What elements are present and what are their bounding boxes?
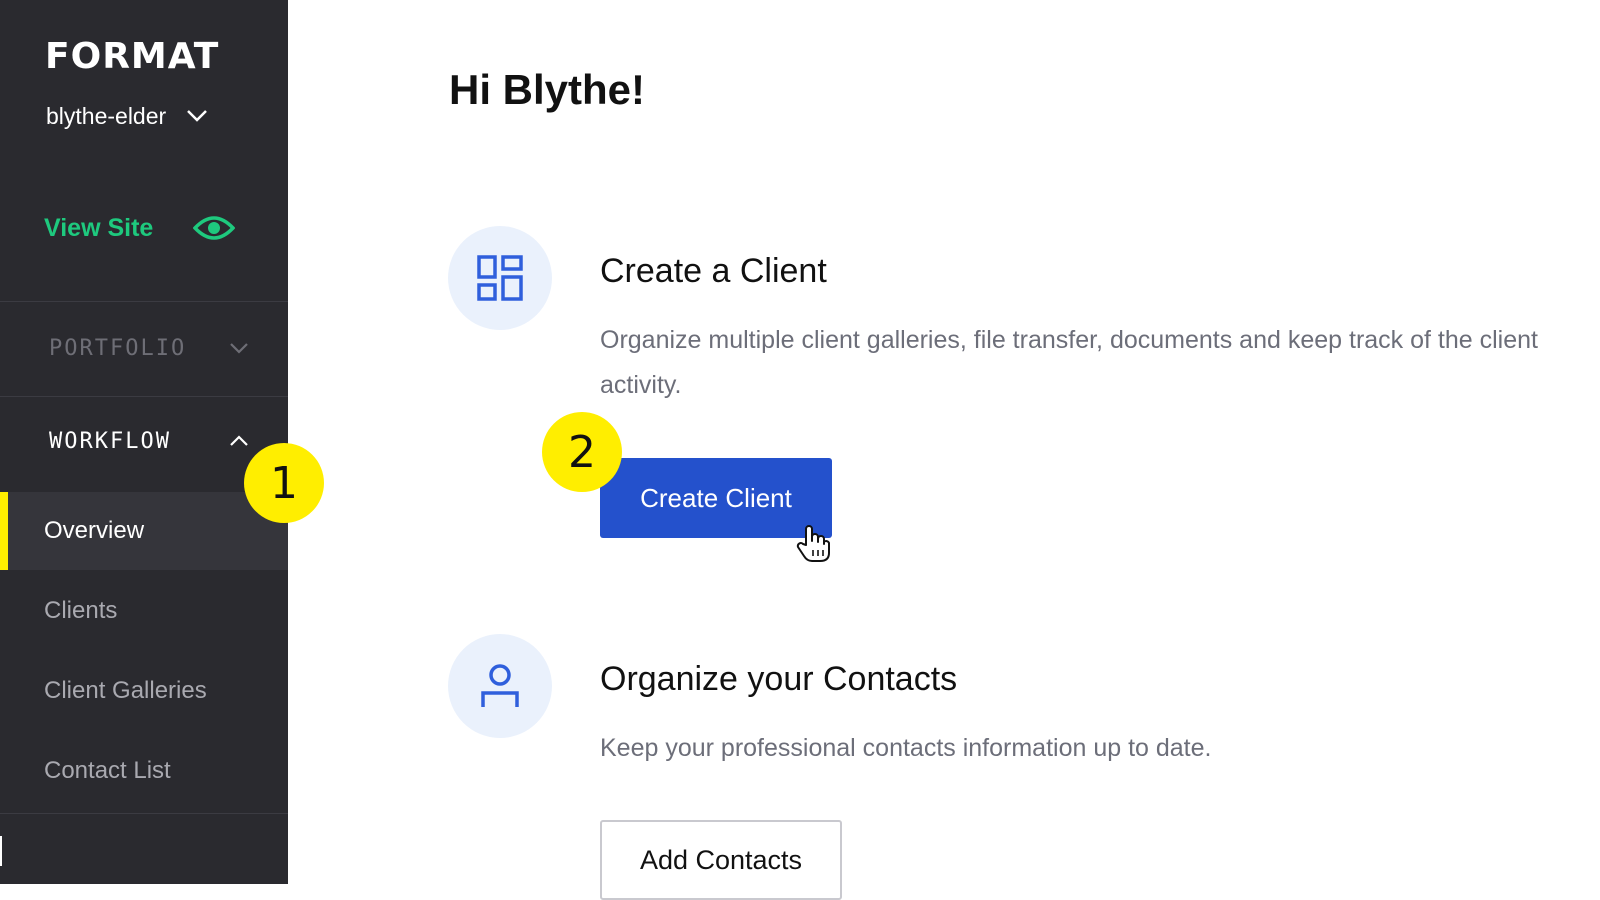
view-site-link[interactable]: View Site [44, 208, 236, 248]
sidebar-item-contact-list[interactable]: Contact List [0, 732, 288, 810]
create-client-icon-circle [448, 226, 552, 330]
sidebar-item-label: Clients [44, 597, 118, 624]
create-client-description: Organize multiple client galleries, file… [600, 326, 1538, 399]
sidebar-item-label: Overview [44, 517, 145, 544]
sidebar-divider [0, 813, 288, 814]
account-switcher[interactable]: blythe-elder [46, 100, 208, 132]
sidebar-item-overview[interactable]: Overview [0, 492, 288, 570]
user-icon [481, 664, 519, 707]
add-contacts-button[interactable]: Add Contacts [600, 820, 842, 900]
contacts-description: Keep your professional contacts informat… [600, 734, 1212, 762]
section-portfolio-label: PORTFOLIO [49, 335, 187, 361]
sidebar-divider [0, 301, 288, 302]
step-badge-1: 1 [244, 443, 324, 523]
chevron-up-icon [230, 435, 248, 446]
sidebar-item-label: Contact List [44, 757, 171, 784]
section-portfolio[interactable]: PORTFOLIO [49, 328, 249, 368]
sidebar-item-clients[interactable]: Clients [0, 572, 288, 650]
create-client-title: Create a Client [600, 252, 827, 290]
format-logo[interactable]: FORMAT [45, 36, 219, 77]
sidebar-divider [0, 396, 288, 397]
sidebar-item-client-galleries[interactable]: Client Galleries [0, 652, 288, 730]
chevron-down-icon [187, 110, 208, 122]
section-workflow[interactable]: WORKFLOW [49, 421, 249, 461]
account-name: blythe-elder [46, 102, 167, 129]
hand-cursor-icon [796, 525, 830, 562]
sidebar-edge-mark [0, 836, 2, 866]
contacts-icon-circle [448, 634, 552, 738]
step-badge-2: 2 [542, 412, 622, 492]
chevron-down-icon [230, 343, 248, 354]
view-site-label: View Site [44, 213, 154, 242]
eye-icon [193, 216, 236, 240]
page-title: Hi Blythe! [449, 66, 646, 113]
sidebar-item-label: Client Galleries [44, 677, 207, 704]
section-workflow-label: WORKFLOW [49, 428, 171, 454]
dashboard-icon [477, 255, 523, 301]
sidebar: FORMAT blythe-elder View Site PORTFOLIO … [0, 0, 288, 884]
contacts-title: Organize your Contacts [600, 660, 958, 698]
